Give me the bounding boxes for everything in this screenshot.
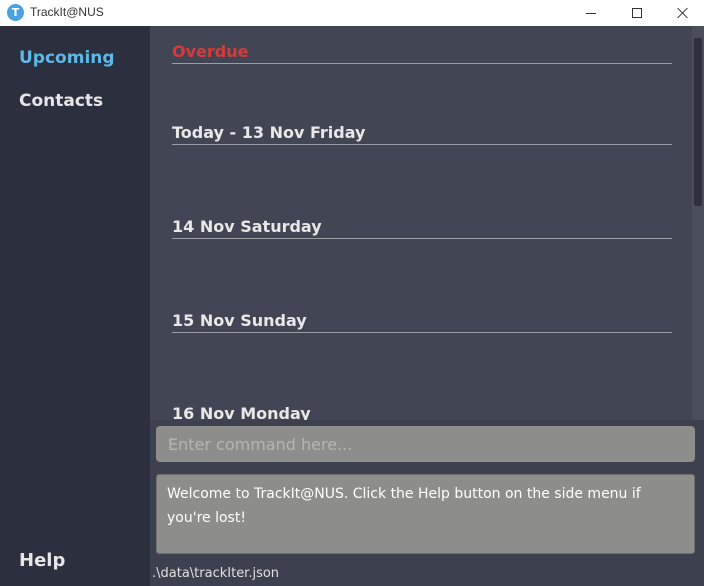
list-scrollbar[interactable] <box>692 26 704 420</box>
status-bar-file-path: .\data\trackIter.json <box>152 566 280 581</box>
upcoming-list[interactable]: Overdue Today - 13 Nov Friday 14 Nov Sat… <box>150 26 692 420</box>
scrollbar-thumb[interactable] <box>694 38 702 206</box>
close-icon <box>677 7 689 19</box>
window-title: TrackIt@NUS <box>30 5 104 19</box>
sidebar: Upcoming Contacts Help <box>0 26 150 586</box>
day-header-14-nov: 14 Nov Saturday <box>172 217 672 239</box>
day-header-15-nov: 15 Nov Sunday <box>172 311 672 333</box>
day-header-overdue: Overdue <box>172 42 672 64</box>
sidebar-item-contacts[interactable]: Contacts <box>19 91 103 111</box>
main-panel: Overdue Today - 13 Nov Friday 14 Nov Sat… <box>150 26 704 586</box>
day-header-16-nov: 16 Nov Monday <box>172 404 672 420</box>
maximize-button[interactable] <box>614 0 660 26</box>
result-display: Welcome to TrackIt@NUS. Click the Help b… <box>156 474 695 554</box>
minimize-icon <box>586 12 596 14</box>
help-button[interactable]: Help <box>19 550 65 571</box>
maximize-icon <box>632 8 642 18</box>
minimize-button[interactable] <box>568 0 614 26</box>
title-bar: T TrackIt@NUS <box>0 0 704 26</box>
command-input[interactable] <box>156 426 695 462</box>
close-button[interactable] <box>660 0 704 26</box>
sidebar-item-upcoming[interactable]: Upcoming <box>19 48 115 68</box>
day-header-today: Today - 13 Nov Friday <box>172 123 672 145</box>
app-logo-icon: T <box>7 4 24 21</box>
